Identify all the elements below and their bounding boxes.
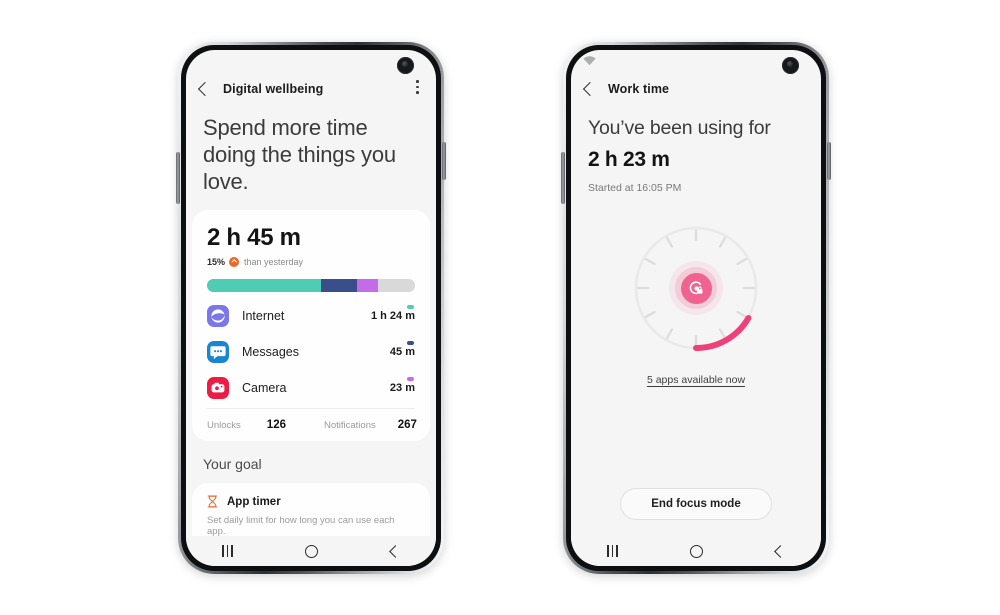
legend-dot (407, 377, 414, 381)
app-timer-subtitle: Set daily limit for how long you can use… (207, 515, 395, 537)
apps-available-link[interactable]: 5 apps available now (571, 374, 821, 386)
usage-duration: 2 h 23 m (588, 148, 670, 171)
increase-arrow-icon (229, 257, 240, 267)
app-name: Messages (242, 345, 299, 359)
wifi-icon (583, 56, 596, 66)
focus-icon-center (680, 272, 712, 304)
counts-row: Unlocks 126 Notifications 267 (207, 409, 417, 441)
end-focus-wrap: End focus mode (571, 488, 821, 520)
usage-segment-messages (321, 279, 357, 292)
status-bar (186, 50, 436, 74)
back-button-icon[interactable] (388, 544, 402, 558)
camera-icon (207, 377, 229, 399)
list-item[interactable]: Internet 1 h 24 m (207, 298, 415, 334)
app-name: Camera (242, 381, 287, 395)
phone-left: Digital wellbeing Spend more time doing … (176, 42, 446, 574)
navigation-bar (186, 536, 436, 566)
app-timer-title: App timer (227, 495, 281, 508)
phone-bezel: Work time You’ve been using for 2 h 23 m… (566, 45, 826, 571)
back-arrow-icon[interactable] (197, 81, 213, 97)
usage-segment-camera (356, 279, 378, 292)
back-button-icon[interactable] (773, 544, 787, 558)
app-timer-header: App timer (207, 495, 415, 508)
list-item[interactable]: Camera 23 m (207, 370, 415, 406)
navigation-bar (571, 536, 821, 566)
notifications-label: Notifications (323, 419, 376, 431)
home-button-icon[interactable] (690, 544, 704, 558)
unlocks-label: Unlocks (207, 419, 241, 431)
legend-dot (407, 341, 414, 345)
total-screen-time: 2 h 45 m (207, 224, 301, 251)
app-time: 23 m (389, 382, 415, 394)
internet-icon (207, 305, 229, 327)
focus-dial (628, 220, 764, 356)
delta-label: than yesterday (244, 257, 304, 267)
list-item[interactable]: Messages 45 m (207, 334, 415, 370)
usage-segment-remaining (377, 279, 415, 292)
app-time: 45 m (389, 346, 415, 358)
hourglass-icon (207, 495, 218, 508)
app-name: Internet (242, 309, 285, 323)
recents-button-icon[interactable] (607, 545, 618, 557)
legend-dot (407, 305, 414, 309)
usage-segment-internet (207, 279, 322, 292)
headline-text: Spend more time doing the things you lov… (203, 115, 396, 194)
page-title: Digital wellbeing (223, 82, 324, 96)
screen-focus-mode: Work time You’ve been using for 2 h 23 m… (571, 50, 821, 566)
page-title: Work time (608, 82, 670, 96)
goal-section-title: Your goal (203, 456, 262, 472)
top-apps-list: Internet 1 h 24 m Messages 45 m Camera 2… (207, 298, 415, 406)
volume-button[interactable] (561, 152, 565, 204)
status-bar (571, 50, 821, 74)
app-time: 1 h 24 m (370, 310, 415, 322)
back-arrow-icon[interactable] (582, 81, 598, 97)
phone-bezel: Digital wellbeing Spend more time doing … (181, 45, 441, 571)
end-focus-mode-button[interactable]: End focus mode (620, 488, 772, 520)
home-button-icon[interactable] (305, 544, 319, 558)
overflow-menu-icon[interactable] (416, 80, 419, 97)
app-bar: Work time (571, 72, 821, 106)
screen-digital-wellbeing: Digital wellbeing Spend more time doing … (186, 50, 436, 566)
focus-mode-icon[interactable] (669, 261, 723, 315)
power-button[interactable] (442, 142, 446, 180)
usage-heading: You’ve been using for (588, 117, 771, 139)
volume-button[interactable] (176, 152, 180, 204)
focus-icon-halo (675, 267, 717, 309)
unlocks-value: 126 (266, 419, 286, 431)
phone-right: Work time You’ve been using for 2 h 23 m… (561, 42, 831, 574)
focus-header: You’ve been using for 2 h 23 m Started a… (571, 106, 821, 194)
usage-summary-card[interactable]: 2 h 45 m 15% than yesterday Internet 1 h… (192, 210, 430, 441)
power-button[interactable] (827, 142, 831, 180)
notifications-value: 267 (397, 419, 417, 431)
started-at-text: Started at 16:05 PM (588, 182, 682, 194)
app-bar: Digital wellbeing (186, 72, 436, 106)
usage-breakdown-bar (207, 279, 415, 292)
messages-icon (207, 341, 229, 363)
delta-row: 15% than yesterday (207, 257, 415, 267)
recents-button-icon[interactable] (222, 545, 233, 557)
delta-percent: 15% (207, 257, 226, 267)
